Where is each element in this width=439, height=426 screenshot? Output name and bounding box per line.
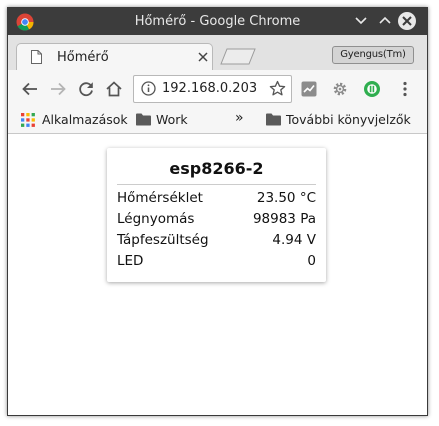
title-bar: Hőmérő - Google Chrome — [8, 8, 427, 35]
toolbar: 192.168.0.203 — [8, 70, 427, 107]
info-icon[interactable] — [141, 81, 156, 96]
forward-arrow-icon[interactable] — [49, 80, 67, 98]
page-content: esp8266-2 Hőmérséklet 23.50 °C Légnyomás… — [8, 134, 427, 415]
device-name: esp8266-2 — [169, 159, 264, 178]
reading-row-voltage: Tápfeszültség 4.94 V — [117, 232, 316, 252]
bookmark-folder-other[interactable]: További könyvjelzők — [266, 112, 416, 128]
bookmark-apps-label: Alkalmazások — [42, 112, 128, 127]
kebab-menu-icon[interactable] — [396, 80, 414, 98]
reading-label: Tápfeszültség — [117, 232, 209, 248]
bookmarks-bar: Alkalmazások Work » További könyvjelzők — [8, 107, 427, 134]
reading-label: LED — [117, 253, 144, 269]
gear-extension-icon[interactable] — [331, 80, 349, 98]
reading-value: 4.94 V — [272, 232, 316, 248]
bookmark-other-label: További könyvjelzők — [286, 112, 411, 127]
reload-icon[interactable] — [77, 80, 95, 98]
divider — [117, 184, 316, 185]
folder-icon — [136, 113, 151, 126]
chevron-down-icon[interactable] — [352, 12, 370, 30]
folder-icon — [266, 113, 281, 126]
reading-row-temperature: Hőmérséklet 23.50 °C — [117, 190, 316, 210]
tab-strip: Hőmérő Gyengus(Tm) — [8, 35, 427, 71]
tab-homero[interactable]: Hőmérő — [16, 43, 213, 71]
reading-row-pressure: Légnyomás 98983 Pa — [117, 211, 316, 231]
bookmarks-overflow-button[interactable]: » — [235, 110, 247, 126]
tab-close-icon[interactable] — [197, 51, 209, 63]
url-text[interactable]: 192.168.0.203 — [162, 81, 257, 96]
apps-grid-icon — [21, 113, 35, 127]
sensor-card: esp8266-2 Hőmérséklet 23.50 °C Légnyomás… — [107, 148, 326, 282]
reading-row-led: LED 0 — [117, 253, 316, 273]
browser-window: Hőmérő - Google Chrome Hőmérő Gyengus(Tm… — [7, 7, 428, 416]
reading-value: 98983 Pa — [252, 211, 316, 227]
chevron-up-icon[interactable] — [376, 12, 394, 30]
close-icon[interactable] — [398, 12, 416, 30]
star-icon[interactable] — [269, 80, 286, 97]
chart-extension-icon[interactable] — [300, 80, 318, 98]
back-arrow-icon[interactable] — [21, 80, 39, 98]
home-icon[interactable] — [105, 80, 123, 98]
bookmark-work-label: Work — [156, 112, 188, 127]
profile-button[interactable]: Gyengus(Tm) — [332, 46, 414, 64]
reading-value: 23.50 °C — [256, 190, 316, 206]
bookmark-folder-work[interactable]: Work — [136, 112, 196, 128]
address-bar[interactable]: 192.168.0.203 — [133, 75, 292, 103]
tab-title: Hőmérő — [57, 50, 109, 65]
bookmark-apps[interactable]: Alkalmazások — [21, 112, 131, 128]
circle-extension-icon[interactable] — [363, 80, 381, 98]
page-icon — [31, 50, 42, 64]
reading-label: Hőmérséklet — [117, 190, 203, 206]
reading-label: Légnyomás — [117, 211, 195, 227]
overflow-chevron-icon: » — [235, 110, 244, 126]
reading-value: 0 — [307, 253, 316, 269]
new-tab-button[interactable] — [220, 48, 256, 65]
